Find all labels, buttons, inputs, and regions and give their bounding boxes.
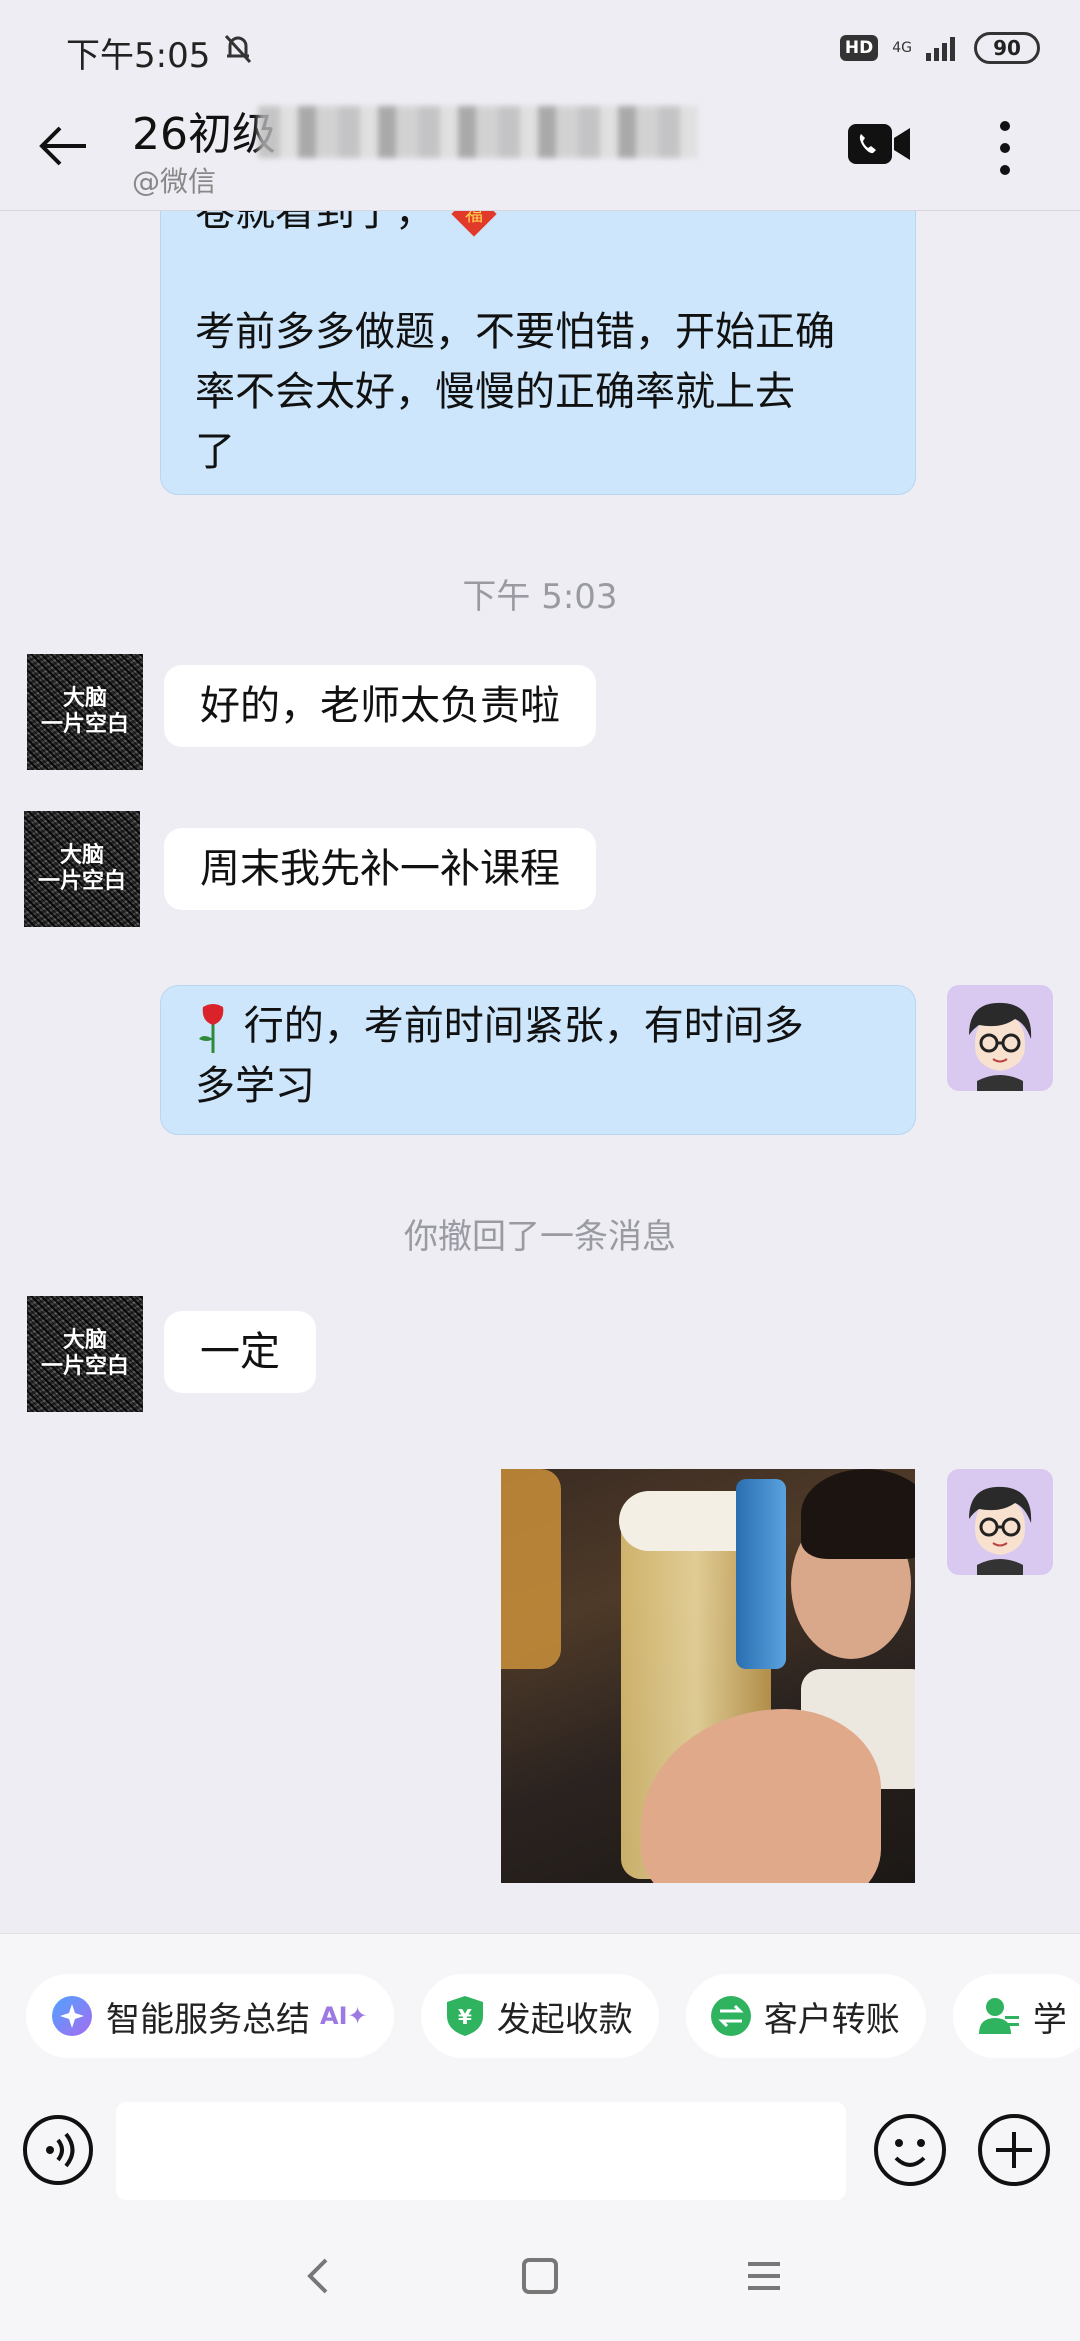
message-bubble-outgoing[interactable]: 卷就看到了， 福 考前多多做题，不要怕错，开始正确 率不会太好，慢慢的正确率就上…: [160, 211, 916, 495]
fu-sticker-icon: 福: [451, 211, 497, 237]
chat-subtitle: @微信: [132, 165, 217, 198]
message-line: 多学习: [195, 1063, 315, 1109]
left-glass-shape: [501, 1469, 561, 1669]
status-bar: 下午5:05 HD 4G 90: [0, 0, 1080, 90]
timestamp: 下午 5:03: [462, 577, 618, 617]
hair-shape: [801, 1469, 915, 1559]
emoji-icon[interactable]: [872, 2112, 948, 2188]
chat-header: 26初级 @微信: [0, 90, 1080, 211]
message-bubble-outgoing[interactable]: 行的，考前时间紧张，有时间多 多学习: [160, 985, 916, 1135]
nav-home-icon[interactable]: [516, 2252, 564, 2300]
blurred-title-region: [258, 106, 698, 158]
battery-indicator: 90: [974, 32, 1040, 64]
my-avatar[interactable]: [947, 1469, 1053, 1575]
nav-back-icon[interactable]: [296, 2252, 344, 2300]
rose-icon: [199, 1004, 224, 1053]
quick-actions-bar[interactable]: 智能服务总结 AI✦ ¥ 发起收款 客户转账 学: [26, 1974, 1080, 2060]
nav-menu-icon[interactable]: [740, 2252, 788, 2300]
message-line: 考前多多做题，不要怕错，开始正确: [195, 309, 835, 355]
chip-smart-summary[interactable]: 智能服务总结 AI✦: [26, 1974, 394, 2058]
plus-icon[interactable]: [976, 2112, 1052, 2188]
status-time: 下午5:05: [66, 36, 211, 76]
chip-label: 发起收款: [496, 1999, 633, 2040]
message-text: 行的，考前时间紧张，有时间多: [243, 1003, 804, 1049]
bottom-panel: 智能服务总结 AI✦ ¥ 发起收款 客户转账 学: [0, 1933, 1080, 2341]
hd-badge: HD: [839, 35, 879, 61]
message-line: 行的，考前时间紧张，有时间多: [195, 996, 881, 1056]
signal-icon: [926, 37, 955, 61]
svg-text:福: 福: [465, 211, 483, 226]
contact-avatar[interactable]: 大脑 一片空白: [27, 654, 143, 770]
transfer-icon: [710, 1996, 751, 2036]
ai-sparkle-icon: [52, 1996, 92, 2036]
avatar-text: 大脑 一片空白: [37, 843, 126, 894]
chip-label: 客户转账: [763, 1999, 900, 2040]
status-right: HD 4G 90: [839, 32, 1040, 64]
network-type: 4G: [892, 40, 912, 56]
chip-label: 智能服务总结: [106, 1999, 310, 2040]
svg-text:¥: ¥: [458, 2005, 472, 2029]
message-text: 卷就看到了，: [195, 211, 435, 235]
contact-avatar[interactable]: 大脑 一片空白: [27, 1296, 143, 1412]
system-nav-bar: [0, 2210, 1080, 2340]
message-bubble-incoming[interactable]: 好的，老师太负责啦: [164, 665, 596, 747]
avatar-text: 大脑 一片空白: [40, 1328, 129, 1379]
input-row: [0, 2084, 1080, 2204]
chat-area[interactable]: 卷就看到了， 福 考前多多做题，不要怕错，开始正确 率不会太好，慢慢的正确率就上…: [0, 211, 1080, 1933]
shield-yuan-icon: ¥: [446, 1996, 483, 2036]
avatar-text: 大脑 一片空白: [40, 686, 129, 737]
message-bubble-incoming[interactable]: 一定: [164, 1311, 316, 1393]
chat-title: 26初级: [132, 109, 276, 160]
more-options-icon[interactable]: [990, 116, 1020, 180]
message-line: 了: [195, 429, 235, 475]
my-avatar[interactable]: [947, 985, 1053, 1091]
chip-student[interactable]: 学: [952, 1974, 1080, 2058]
chip-label: 学: [1032, 1999, 1067, 2040]
message-input[interactable]: [116, 2102, 846, 2200]
can-shape: [736, 1479, 786, 1669]
recall-notice: 你撤回了一条消息: [404, 1217, 676, 1257]
image-message[interactable]: [501, 1469, 915, 1883]
video-call-icon[interactable]: [846, 118, 912, 170]
chip-customer-transfer[interactable]: 客户转账: [685, 1974, 926, 2058]
message-line: 卷就看到了， 福: [195, 211, 500, 242]
cartoon-face-icon: [969, 1486, 1032, 1575]
voice-input-icon[interactable]: [22, 2114, 94, 2186]
user-student-icon: [978, 1998, 1019, 2034]
bell-off-icon: [224, 34, 252, 64]
chip-request-payment[interactable]: ¥ 发起收款: [420, 1974, 659, 2058]
contact-avatar[interactable]: 大脑 一片空白: [24, 811, 140, 927]
ai-badge: AI✦: [320, 2002, 368, 2030]
message-bubble-incoming[interactable]: 周末我先补一补课程: [164, 828, 596, 910]
message-line: 率不会太好，慢慢的正确率就上去: [195, 369, 795, 415]
back-arrow-icon[interactable]: [36, 118, 92, 174]
cartoon-face-icon: [969, 1002, 1032, 1091]
